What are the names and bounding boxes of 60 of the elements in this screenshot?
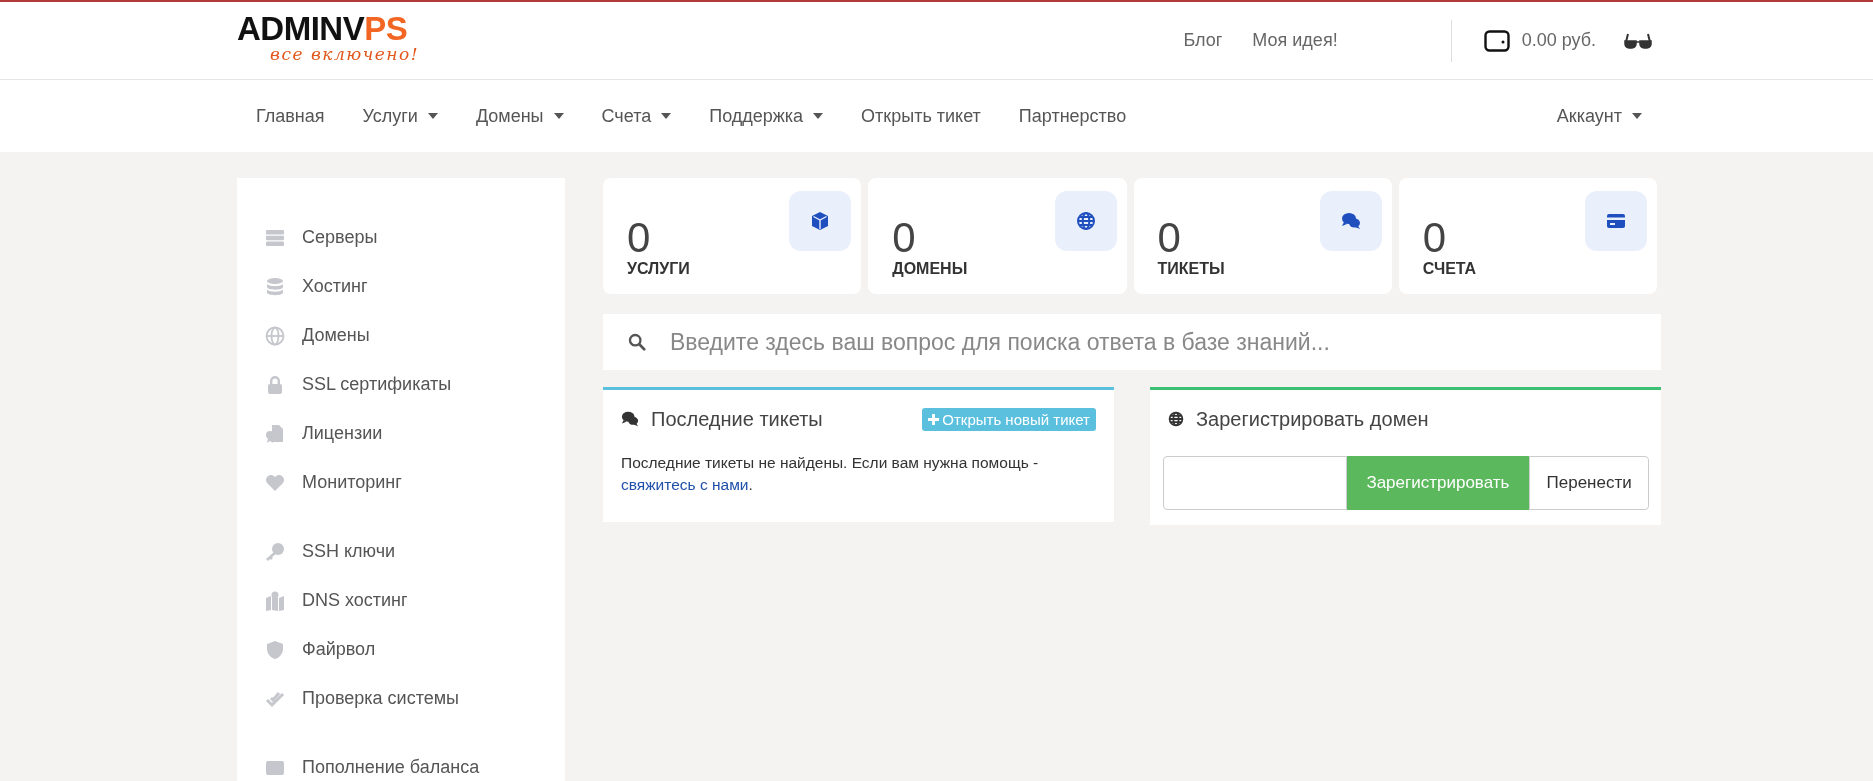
sidebar-item[interactable]: SSL сертификаты <box>237 360 565 409</box>
search-bar[interactable]: Введите здесь ваш вопрос для поиска ответа в базе знаний... <box>603 314 1661 370</box>
transfer-button[interactable]: Перенести <box>1529 456 1649 510</box>
sidebar-item[interactable]: Лицензии <box>237 409 565 458</box>
database-icon <box>265 276 285 297</box>
stat-count: 0 <box>892 215 917 260</box>
nav-link[interactable]: Поддержка <box>690 105 843 127</box>
sidebar-item[interactable]: Хостинг <box>237 262 565 311</box>
logo[interactable]: ADMINVPS все включено! <box>237 11 420 64</box>
stat-card[interactable]: 0 УСЛУГИ <box>603 178 862 294</box>
nav-link[interactable]: Партнерство <box>999 105 1146 127</box>
stat-label: ТИКЕТЫ <box>1157 260 1225 278</box>
empty-message: Последние тикеты не найдены. Если вам нужна помощь - свяжитесь с нами. <box>621 453 1040 495</box>
sidebar-item[interactable]: Пополнение баланса <box>237 743 565 781</box>
plus-icon <box>928 413 940 425</box>
nav-link[interactable]: Главная <box>237 105 344 127</box>
search-field[interactable]: Введите здесь ваш вопрос для поиска ответа в базе знаний... <box>668 327 1661 357</box>
lock-icon <box>265 374 285 395</box>
stat-label: СЧЕТА <box>1422 260 1477 278</box>
sidebar-item[interactable]: Проверка системы <box>237 674 565 723</box>
sidebar-item[interactable]: Мониторинг <box>237 458 565 507</box>
search-icon <box>628 333 646 351</box>
sidebar-item[interactable]: Серверы <box>237 213 565 262</box>
globe-icon <box>265 325 285 346</box>
globe-icon <box>1168 411 1184 427</box>
stat-count: 0 <box>627 215 652 260</box>
chat-bubbles-icon <box>1340 211 1361 231</box>
nav-link[interactable]: Домены <box>456 105 583 127</box>
nav-link[interactable]: Услуги <box>343 105 457 127</box>
stat-card[interactable]: 0 ТИКЕТЫ <box>1133 178 1392 294</box>
key-icon <box>265 541 285 562</box>
cube-icon <box>810 211 831 231</box>
header-link[interactable]: Блог <box>1183 30 1223 51</box>
stat-count: 0 <box>1157 215 1182 260</box>
balance-amount[interactable]: 0.00 руб. <box>1521 30 1596 51</box>
panel-title: Последние тикеты <box>651 407 823 431</box>
stat-count: 0 <box>1422 215 1448 260</box>
domain-input-field[interactable] <box>1163 456 1347 510</box>
server-icon <box>265 227 285 248</box>
sidebar-item[interactable]: Файрвол <box>237 625 565 674</box>
glasses-icon[interactable] <box>1624 31 1652 50</box>
stat-label: УСЛУГИ <box>627 260 690 278</box>
account-menu[interactable]: Аккаунт <box>1537 105 1661 127</box>
sidebar-item[interactable]: SSH ключи <box>237 527 565 576</box>
sidebar-item[interactable]: Домены <box>237 311 565 360</box>
nav-link[interactable]: Открыть тикет <box>842 105 1000 127</box>
stat-card[interactable]: 0 СЧЕТА <box>1398 178 1657 294</box>
contact-link[interactable]: свяжитесь с нами <box>621 475 749 493</box>
panel-title: Зарегистрировать домен <box>1196 407 1429 431</box>
sidebar-item[interactable]: DNS хостинг <box>237 576 565 625</box>
globe-icon <box>1075 211 1096 231</box>
credit-card-icon <box>1606 211 1626 231</box>
shield-icon <box>265 639 285 660</box>
header-link[interactable]: Моя идея! <box>1252 30 1338 51</box>
stat-label: ДОМЕНЫ <box>892 260 968 278</box>
nav-link[interactable]: Счета <box>582 105 691 127</box>
chat-bubbles-icon <box>621 410 639 428</box>
heartbeat-icon <box>265 472 285 493</box>
stat-card[interactable]: 0 ДОМЕНЫ <box>868 178 1127 294</box>
wallet-icon[interactable] <box>1483 29 1510 52</box>
